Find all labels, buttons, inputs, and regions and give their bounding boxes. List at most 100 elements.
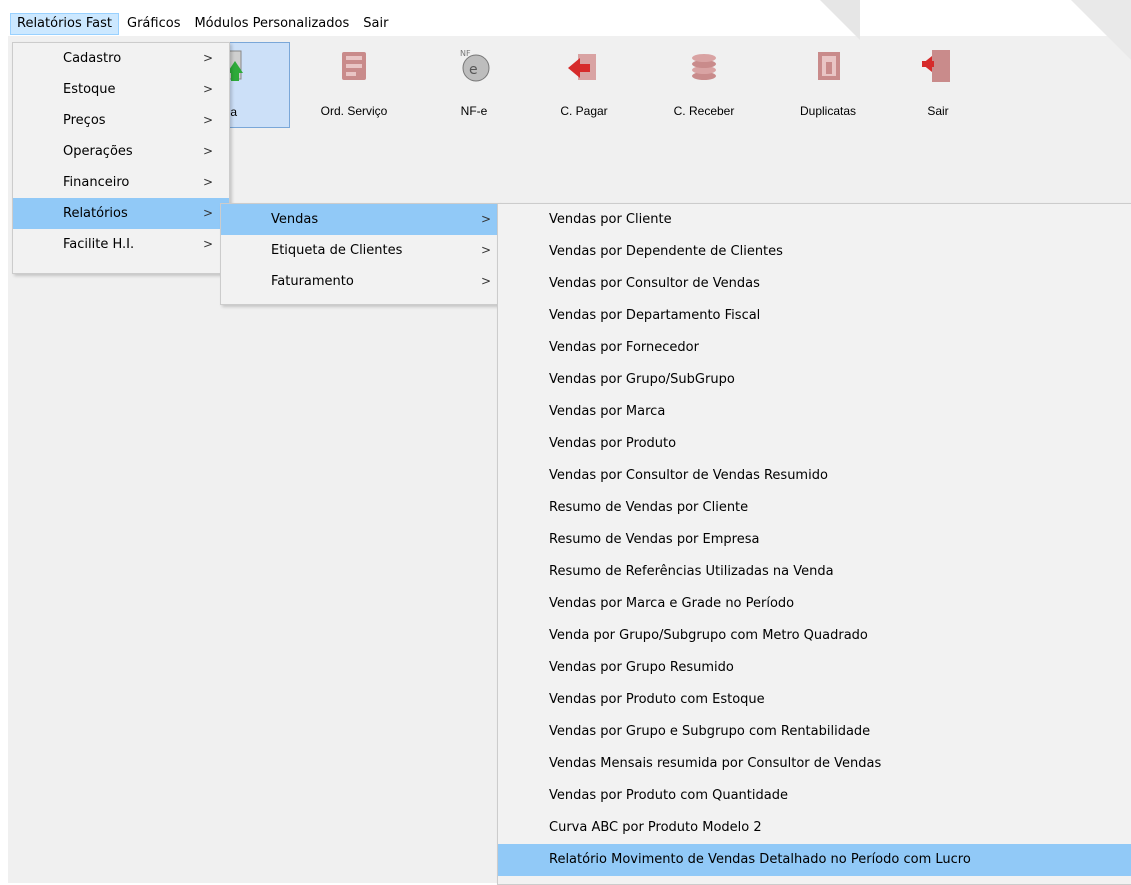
menu-item-label: Facilite H.I. bbox=[63, 237, 135, 252]
menu-item-label: Vendas por Fornecedor bbox=[549, 340, 699, 355]
menu-item-label: Vendas por Marca e Grade no Período bbox=[549, 596, 795, 611]
contas-receber-icon bbox=[692, 54, 716, 80]
submenu-arrow-icon: > bbox=[203, 82, 214, 96]
ord-servico-icon bbox=[342, 52, 366, 80]
toolbar-nfe-label: NF-e bbox=[460, 104, 488, 118]
menu-item-label: Vendas por Grupo e Subgrupo com Rentabil… bbox=[549, 724, 871, 739]
menu-relatorios-fast[interactable]: Relatórios Fast bbox=[10, 13, 120, 35]
menu3-item[interactable]: Vendas por Produto com Estoque bbox=[498, 684, 1131, 716]
menu1-item-operacoes[interactable]: Operações > bbox=[13, 136, 229, 167]
menu2-item-faturamento[interactable]: Faturamento > bbox=[221, 266, 499, 297]
menu-item-label: Vendas por Grupo/SubGrupo bbox=[549, 372, 735, 387]
submenu-arrow-icon: > bbox=[481, 243, 492, 257]
menu1-item-estoque[interactable]: Estoque > bbox=[13, 74, 229, 105]
nfe-icon: e NF bbox=[460, 49, 490, 82]
menu-item-label: Operações bbox=[63, 144, 133, 159]
menu-item-label: Vendas por Consultor de Vendas bbox=[549, 276, 760, 291]
submenu-arrow-icon: > bbox=[203, 113, 214, 127]
menu3-item[interactable]: Vendas por Dependente de Clientes bbox=[498, 236, 1131, 268]
menu-item-label: Etiqueta de Clientes bbox=[271, 243, 403, 258]
menu3-item[interactable]: Vendas por Grupo Resumido bbox=[498, 652, 1131, 684]
submenu-arrow-icon: > bbox=[203, 237, 214, 251]
relatorios-fast-dropdown: Cadastro > Estoque > Preços > Operações > Fi… bbox=[12, 42, 230, 274]
toolbar-sair-button[interactable]: Sair bbox=[908, 42, 968, 126]
menu-item-label: Estoque bbox=[63, 82, 116, 97]
submenu-arrow-icon: > bbox=[203, 144, 214, 158]
menu2-item-etiqueta-clientes[interactable]: Etiqueta de Clientes > bbox=[221, 235, 499, 266]
menu-item-label: Vendas por Produto com Quantidade bbox=[549, 788, 788, 803]
menu-item-label: Resumo de Vendas por Cliente bbox=[549, 500, 749, 515]
menu3-item[interactable]: Vendas por Consultor de Vendas bbox=[498, 268, 1131, 300]
duplicatas-icon bbox=[818, 52, 840, 80]
menu3-item[interactable]: Vendas por Departamento Fiscal bbox=[498, 300, 1131, 332]
menu-item-label: Curva ABC por Produto Modelo 2 bbox=[549, 820, 762, 835]
menu-item-label: Venda por Grupo/Subgrupo com Metro Quadr… bbox=[549, 628, 868, 643]
menu1-item-cadastro[interactable]: Cadastro > bbox=[13, 43, 229, 74]
menu-item-label: Vendas por Departamento Fiscal bbox=[549, 308, 761, 323]
vendas-submenu: Vendas por Cliente Vendas por Dependente… bbox=[497, 203, 1131, 885]
menu-item-label: Resumo de Vendas por Empresa bbox=[549, 532, 760, 547]
menu3-item[interactable]: Vendas por Grupo e Subgrupo com Rentabil… bbox=[498, 716, 1131, 748]
menu-item-label: Vendas por Grupo Resumido bbox=[549, 660, 734, 675]
menu3-item[interactable]: Vendas por Produto bbox=[498, 428, 1131, 460]
menu2-item-vendas[interactable]: Vendas > bbox=[221, 204, 499, 235]
toolbar-nfe-button[interactable]: e NF NF-e bbox=[444, 42, 504, 126]
contas-pagar-icon bbox=[568, 54, 596, 80]
menu3-item[interactable]: Vendas por Grupo/SubGrupo bbox=[498, 364, 1131, 396]
menu3-item[interactable]: Resumo de Vendas por Cliente bbox=[498, 492, 1131, 524]
submenu-arrow-icon: > bbox=[203, 51, 214, 65]
menu1-item-precos[interactable]: Preços > bbox=[13, 105, 229, 136]
menu3-item[interactable]: Venda por Grupo/Subgrupo com Metro Quadr… bbox=[498, 620, 1131, 652]
menu-sair[interactable]: Sair bbox=[357, 13, 394, 35]
menu3-item[interactable]: Vendas por Fornecedor bbox=[498, 332, 1131, 364]
screen-corner-shade-2 bbox=[820, 0, 860, 40]
menu-item-label: Cadastro bbox=[63, 51, 122, 66]
menu-item-label: Faturamento bbox=[271, 274, 354, 289]
toolbar-ord-servico-label: Ord. Serviço bbox=[320, 104, 388, 118]
toolbar-duplicatas-label: Duplicatas bbox=[799, 104, 857, 118]
menu-item-label: Relatório Movimento de Vendas Detalhado … bbox=[549, 852, 971, 867]
menu1-item-facilite[interactable]: Facilite H.I. > bbox=[13, 229, 229, 260]
menu3-item[interactable]: Curva ABC por Produto Modelo 2 bbox=[498, 812, 1131, 844]
menu-item-label: Preços bbox=[63, 113, 106, 128]
menu-item-label: Vendas por Cliente bbox=[549, 212, 672, 227]
toolbar-c-pagar-label: C. Pagar bbox=[560, 104, 608, 118]
svg-text:e: e bbox=[469, 62, 478, 78]
menu-item-label: Vendas bbox=[271, 212, 319, 227]
menu-item-label: Financeiro bbox=[63, 175, 130, 190]
submenu-arrow-icon: > bbox=[481, 274, 492, 288]
menu3-item[interactable]: Resumo de Referências Utilizadas na Vend… bbox=[498, 556, 1131, 588]
menu-item-label: Vendas por Produto com Estoque bbox=[549, 692, 765, 707]
menu-item-label: Vendas por Produto bbox=[549, 436, 677, 451]
menu3-item[interactable]: Vendas por Cliente bbox=[498, 204, 1131, 236]
toolbar-c-pagar-button[interactable]: C. Pagar bbox=[544, 42, 624, 126]
menu-item-label: Vendas por Consultor de Vendas Resumido bbox=[549, 468, 828, 483]
toolbar-ord-servico-button[interactable]: Ord. Serviço bbox=[314, 42, 394, 126]
exit-door-icon bbox=[922, 50, 950, 82]
menu3-item[interactable]: Resumo de Vendas por Empresa bbox=[498, 524, 1131, 556]
screen-corner-shade bbox=[1071, 0, 1131, 60]
menu3-item[interactable]: Vendas Mensais resumida por Consultor de… bbox=[498, 748, 1131, 780]
menu-graficos[interactable]: Gráficos bbox=[121, 13, 186, 35]
menu-item-label: Vendas por Dependente de Clientes bbox=[549, 244, 783, 259]
menu1-item-relatorios[interactable]: Relatórios > bbox=[13, 198, 229, 229]
toolbar-duplicatas-button[interactable]: Duplicatas bbox=[788, 42, 868, 126]
toolbar-c-receber-button[interactable]: C. Receber bbox=[664, 42, 744, 126]
menu3-item[interactable]: Vendas por Marca e Grade no Período bbox=[498, 588, 1131, 620]
menu3-item[interactable]: Vendas por Consultor de Vendas Resumido bbox=[498, 460, 1131, 492]
menu3-item-highlighted[interactable]: Relatório Movimento de Vendas Detalhado … bbox=[498, 844, 1131, 876]
menu3-item[interactable]: Vendas por Marca bbox=[498, 396, 1131, 428]
toolbar-c-receber-label: C. Receber bbox=[673, 104, 735, 118]
menu3-item[interactable]: Vendas por Produto com Quantidade bbox=[498, 780, 1131, 812]
svg-text:NF: NF bbox=[460, 49, 471, 58]
relatorios-submenu: Vendas > Etiqueta de Clientes > Faturament… bbox=[220, 203, 500, 305]
submenu-arrow-icon: > bbox=[481, 212, 492, 226]
toolbar-sair-label: Sair bbox=[927, 104, 949, 118]
menu-item-label: Vendas Mensais resumida por Consultor de… bbox=[549, 756, 882, 771]
menu-item-label: Relatórios bbox=[63, 206, 128, 221]
submenu-arrow-icon: > bbox=[203, 175, 214, 189]
menu1-item-financeiro[interactable]: Financeiro > bbox=[13, 167, 229, 198]
menu-modulos-personalizados[interactable]: Módulos Personalizados bbox=[188, 13, 355, 35]
submenu-arrow-icon: > bbox=[203, 206, 214, 220]
menu-item-label: Resumo de Referências Utilizadas na Vend… bbox=[549, 564, 834, 579]
